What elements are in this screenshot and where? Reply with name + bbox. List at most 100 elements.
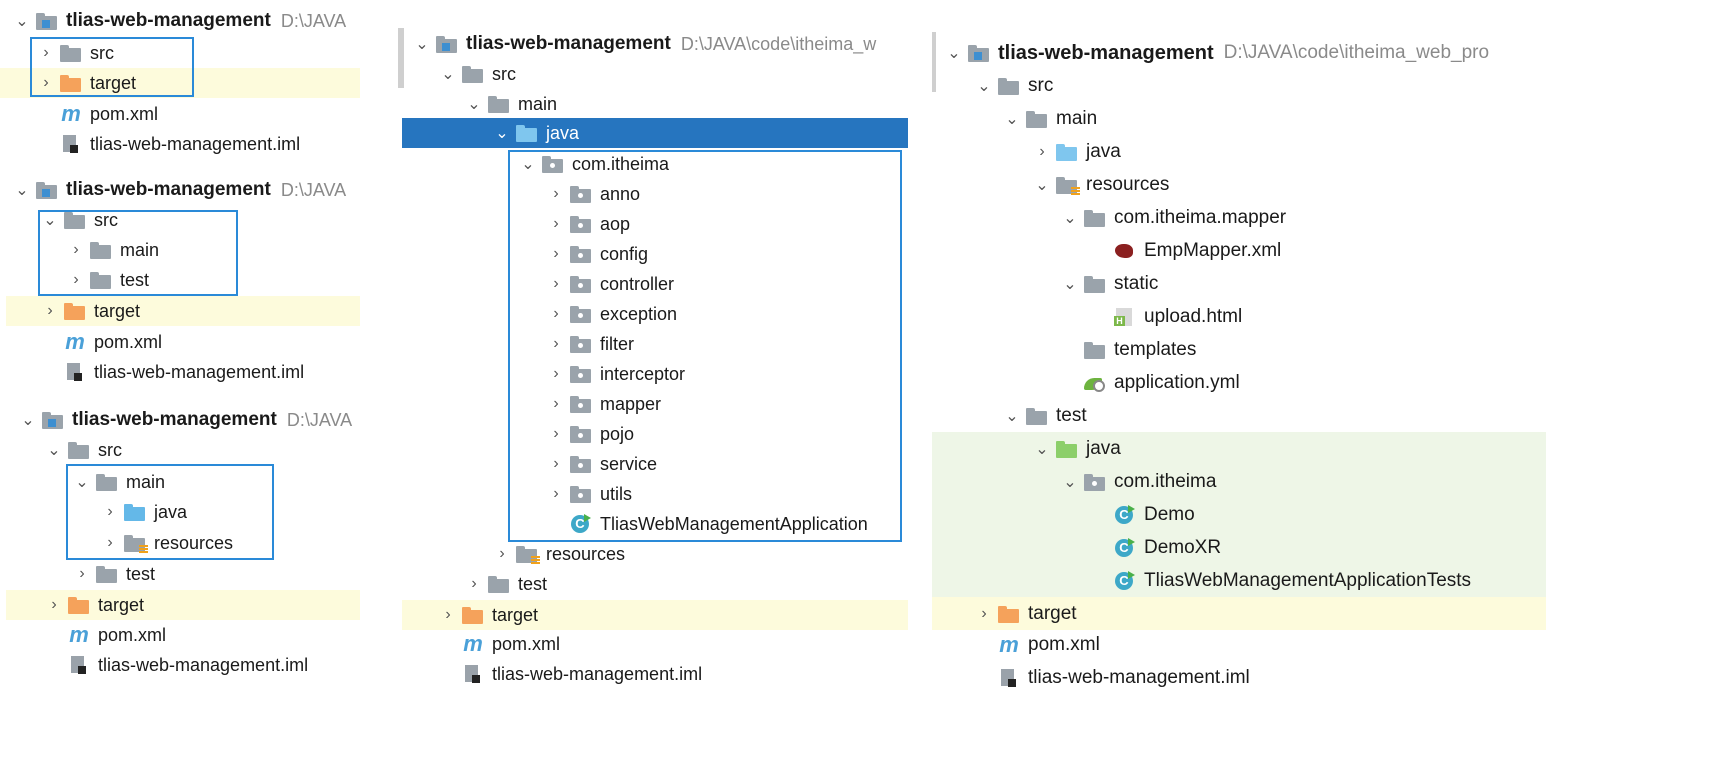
chevron-right-icon[interactable]: › [74, 565, 90, 583]
tree-label: java [546, 122, 580, 143]
tree-row-static[interactable]: ⌄ static [1062, 269, 1158, 299]
tree-label: DemoXR [1144, 536, 1222, 558]
maven-icon: m [61, 101, 81, 126]
tree-label: test [126, 563, 156, 584]
tree-row-mapper-package[interactable]: ⌄ com.itheima.mapper [1062, 203, 1286, 233]
project-tree-panel-1: ⌄ tlias-web-management D:\JAVA › src › t… [0, 0, 360, 168]
chevron-down-icon[interactable]: ⌄ [1004, 406, 1020, 426]
chevron-down-icon[interactable]: ⌄ [976, 76, 992, 96]
maven-icon: m [999, 632, 1019, 657]
iml-file-icon [68, 656, 90, 674]
maven-icon: m [463, 631, 483, 656]
tree-row-main[interactable]: ⌄ main [1004, 104, 1097, 134]
tree-row-java[interactable]: › java [1034, 137, 1121, 167]
chevron-down-icon[interactable]: ⌄ [20, 410, 36, 430]
tree-row-test[interactable]: › test [466, 570, 547, 598]
chevron-right-icon[interactable]: › [494, 545, 510, 563]
tree-row-project[interactable]: ⌄ tlias-web-management D:\JAVA [14, 8, 346, 34]
project-name: tlias-web-management [998, 41, 1214, 64]
highlight-box [66, 464, 274, 560]
tree-label: pom.xml [492, 633, 561, 654]
project-path: D:\JAVA [280, 10, 347, 31]
tree-row-java-selected[interactable]: ⌄ java [402, 118, 908, 148]
chevron-down-icon[interactable]: ⌄ [440, 64, 456, 84]
tree-row-src[interactable]: ⌄ src [976, 71, 1053, 101]
tree-row-project[interactable]: ⌄ tlias-web-management D:\JAVA [14, 176, 346, 204]
tree-row-pom[interactable]: › m pom.xml [46, 621, 166, 649]
tree-row-upload-html[interactable]: › H upload.html [1092, 302, 1242, 332]
tree-row-src[interactable]: ⌄ src [440, 60, 516, 88]
tree-row-resources[interactable]: ⌄ resources [1034, 170, 1169, 200]
tree-row-tests-class[interactable]: › C TliasWebManagementApplicationTests [932, 564, 1546, 597]
tree-row-application-yml[interactable]: › application.yml [1062, 368, 1240, 398]
html-file-icon: H [1114, 308, 1136, 326]
module-folder-icon [42, 411, 64, 429]
tree-row-iml[interactable]: › tlias-web-management.iml [976, 663, 1250, 693]
project-path: D:\JAVA [286, 409, 353, 430]
class-icon: C [1114, 504, 1136, 524]
tree-row-pom[interactable]: › m pom.xml [42, 328, 162, 356]
project-tree-panel-4: ⌄ tlias-web-management D:\JAVA\code\ithe… [398, 28, 908, 760]
test-folder-icon [1056, 440, 1078, 458]
chevron-right-icon[interactable]: › [46, 596, 62, 614]
tree-row-iml[interactable]: › tlias-web-management.iml [38, 130, 300, 158]
chevron-down-icon[interactable]: ⌄ [1034, 439, 1050, 459]
tree-label: com.itheima [1114, 470, 1217, 492]
scrollbar-track[interactable] [932, 32, 936, 92]
excluded-folder-icon [998, 605, 1020, 623]
tree-row-resources[interactable]: › resources [494, 540, 625, 568]
chevron-down-icon[interactable]: ⌄ [14, 11, 30, 31]
tree-row-test[interactable]: ⌄ test [1004, 401, 1086, 431]
tree-row-emp-mapper[interactable]: › EmpMapper.xml [1092, 236, 1281, 266]
chevron-down-icon[interactable]: ⌄ [1062, 274, 1078, 294]
tree-row-project[interactable]: ⌄ tlias-web-management D:\JAVA [20, 406, 352, 434]
tree-row-demoxr[interactable]: › C DemoXR [932, 531, 1546, 564]
tree-row-iml[interactable]: › tlias-web-management.iml [42, 358, 304, 386]
tree-row-templates[interactable]: › templates [1062, 335, 1196, 365]
module-folder-icon [436, 35, 458, 53]
tree-row-pom[interactable]: › m pom.xml [440, 630, 560, 658]
class-icon: C [1114, 570, 1136, 590]
tree-row-src[interactable]: ⌄ src [46, 436, 122, 464]
tree-row-project[interactable]: ⌄ tlias-web-management D:\JAVA\code\ithe… [414, 30, 876, 58]
tree-row-pom[interactable]: › m pom.xml [976, 630, 1100, 660]
chevron-down-icon[interactable]: ⌄ [1004, 109, 1020, 129]
tree-label: test [518, 573, 548, 594]
chevron-right-icon[interactable]: › [1034, 143, 1050, 161]
chevron-right-icon[interactable]: › [42, 302, 58, 320]
chevron-right-icon[interactable]: › [440, 606, 456, 624]
tree-row-test-package[interactable]: ⌄ com.itheima [932, 465, 1546, 498]
tree-row-target[interactable]: › target [402, 600, 908, 630]
tree-label: templates [1114, 339, 1197, 360]
chevron-down-icon[interactable]: ⌄ [14, 180, 30, 200]
chevron-down-icon[interactable]: ⌄ [46, 440, 62, 460]
tree-row-target[interactable]: › target [6, 590, 360, 620]
chevron-down-icon[interactable]: ⌄ [946, 43, 962, 63]
tree-row-test-java[interactable]: ⌄ java [932, 432, 1546, 465]
tree-row-pom[interactable]: › m pom.xml [38, 100, 158, 128]
project-name: tlias-web-management [66, 10, 271, 31]
folder-icon [68, 441, 90, 459]
maven-icon: m [69, 622, 89, 647]
folder-icon [1084, 341, 1106, 359]
highlight-box [508, 150, 902, 542]
tree-row-iml[interactable]: › tlias-web-management.iml [440, 660, 702, 688]
tree-row-target[interactable]: › target [6, 296, 360, 326]
chevron-down-icon[interactable]: ⌄ [1034, 175, 1050, 195]
class-icon: C [1114, 537, 1136, 557]
tree-row-demo[interactable]: › C Demo [932, 498, 1546, 531]
chevron-down-icon[interactable]: ⌄ [466, 94, 482, 114]
tree-row-main[interactable]: ⌄ main [466, 90, 557, 118]
tree-row-test[interactable]: › test [74, 560, 155, 588]
scrollbar-track[interactable] [398, 28, 404, 88]
chevron-down-icon[interactable]: ⌄ [1062, 208, 1078, 228]
tree-row-target[interactable]: › target [932, 597, 1546, 630]
tree-row-project[interactable]: ⌄ tlias-web-management D:\JAVA\code\ithe… [946, 38, 1489, 68]
chevron-right-icon[interactable]: › [976, 605, 992, 623]
tree-row-iml[interactable]: › tlias-web-management.iml [46, 651, 308, 679]
chevron-down-icon[interactable]: ⌄ [414, 34, 430, 54]
chevron-down-icon[interactable]: ⌄ [494, 123, 510, 143]
chevron-down-icon[interactable]: ⌄ [1062, 472, 1078, 492]
chevron-right-icon[interactable]: › [466, 575, 482, 593]
tree-label: target [492, 604, 539, 625]
